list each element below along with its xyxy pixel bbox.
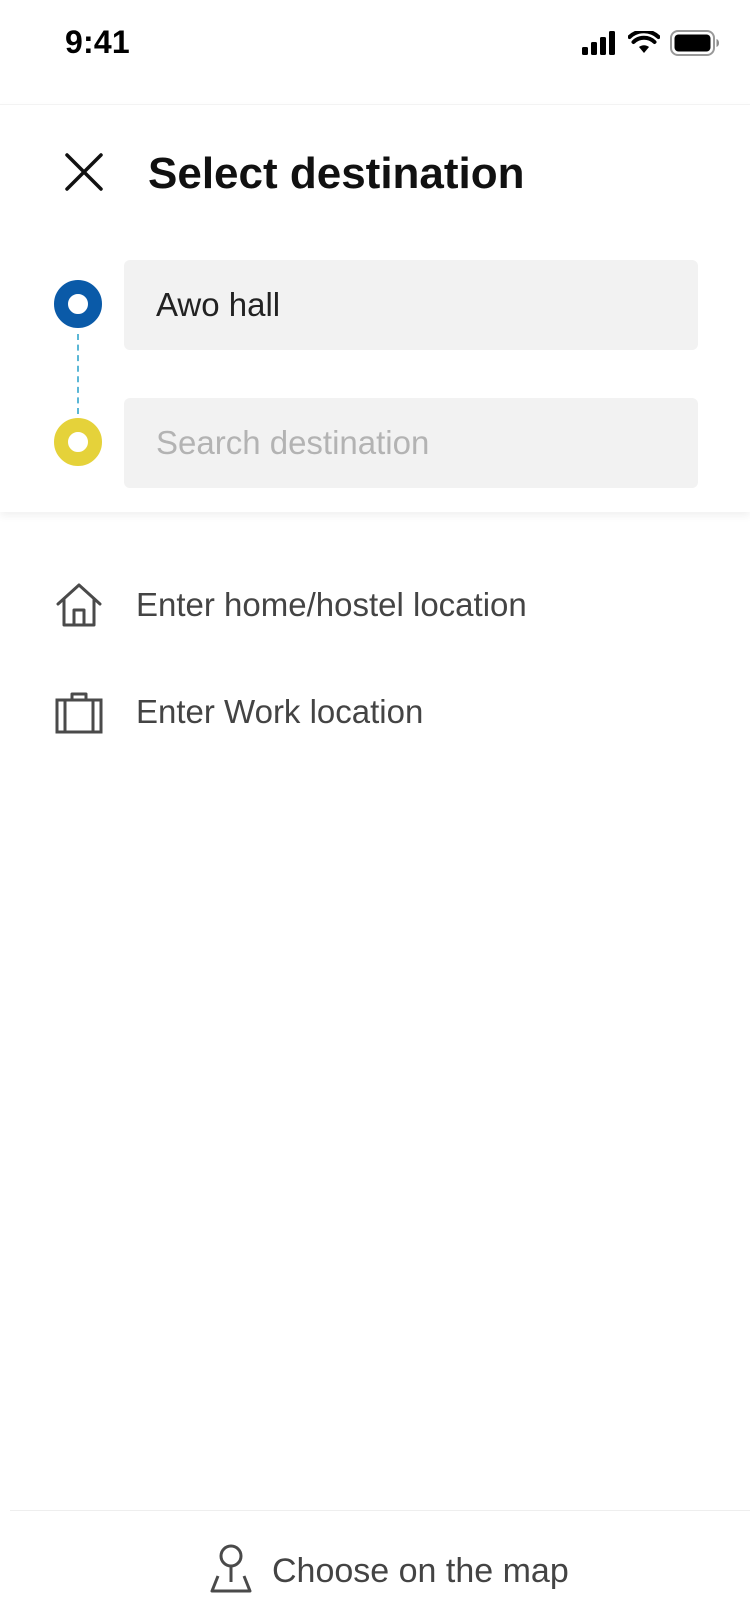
work-location-item[interactable]: Enter Work location <box>52 672 712 752</box>
home-location-item[interactable]: Enter home/hostel location <box>52 565 712 645</box>
destination-search-input[interactable] <box>156 398 698 488</box>
home-icon <box>52 578 106 632</box>
status-time: 9:41 <box>65 24 130 60</box>
destination-field[interactable] <box>124 398 698 488</box>
map-pin-icon <box>206 1544 256 1599</box>
choose-on-map-button[interactable]: Choose on the map <box>206 1543 569 1599</box>
briefcase-icon <box>52 685 106 739</box>
footer-bar: Choose on the map <box>10 1510 750 1624</box>
origin-field[interactable]: Awo hall <box>124 260 698 350</box>
destination-marker-icon <box>54 418 102 466</box>
battery-icon <box>670 29 720 61</box>
origin-marker-icon <box>54 280 102 328</box>
wifi-icon <box>627 28 661 60</box>
route-connector <box>77 334 79 414</box>
home-location-label: Enter home/hostel location <box>136 586 527 623</box>
close-button[interactable] <box>56 146 112 202</box>
close-icon <box>64 152 104 197</box>
page-title: Select destination <box>148 149 525 198</box>
origin-value: Awo hall <box>156 286 281 323</box>
cellular-signal-icon <box>582 30 618 60</box>
status-icons <box>582 28 720 61</box>
status-bar: 9:41 <box>0 0 750 96</box>
work-location-label: Enter Work location <box>136 693 424 730</box>
choose-on-map-label: Choose on the map <box>272 1551 569 1590</box>
